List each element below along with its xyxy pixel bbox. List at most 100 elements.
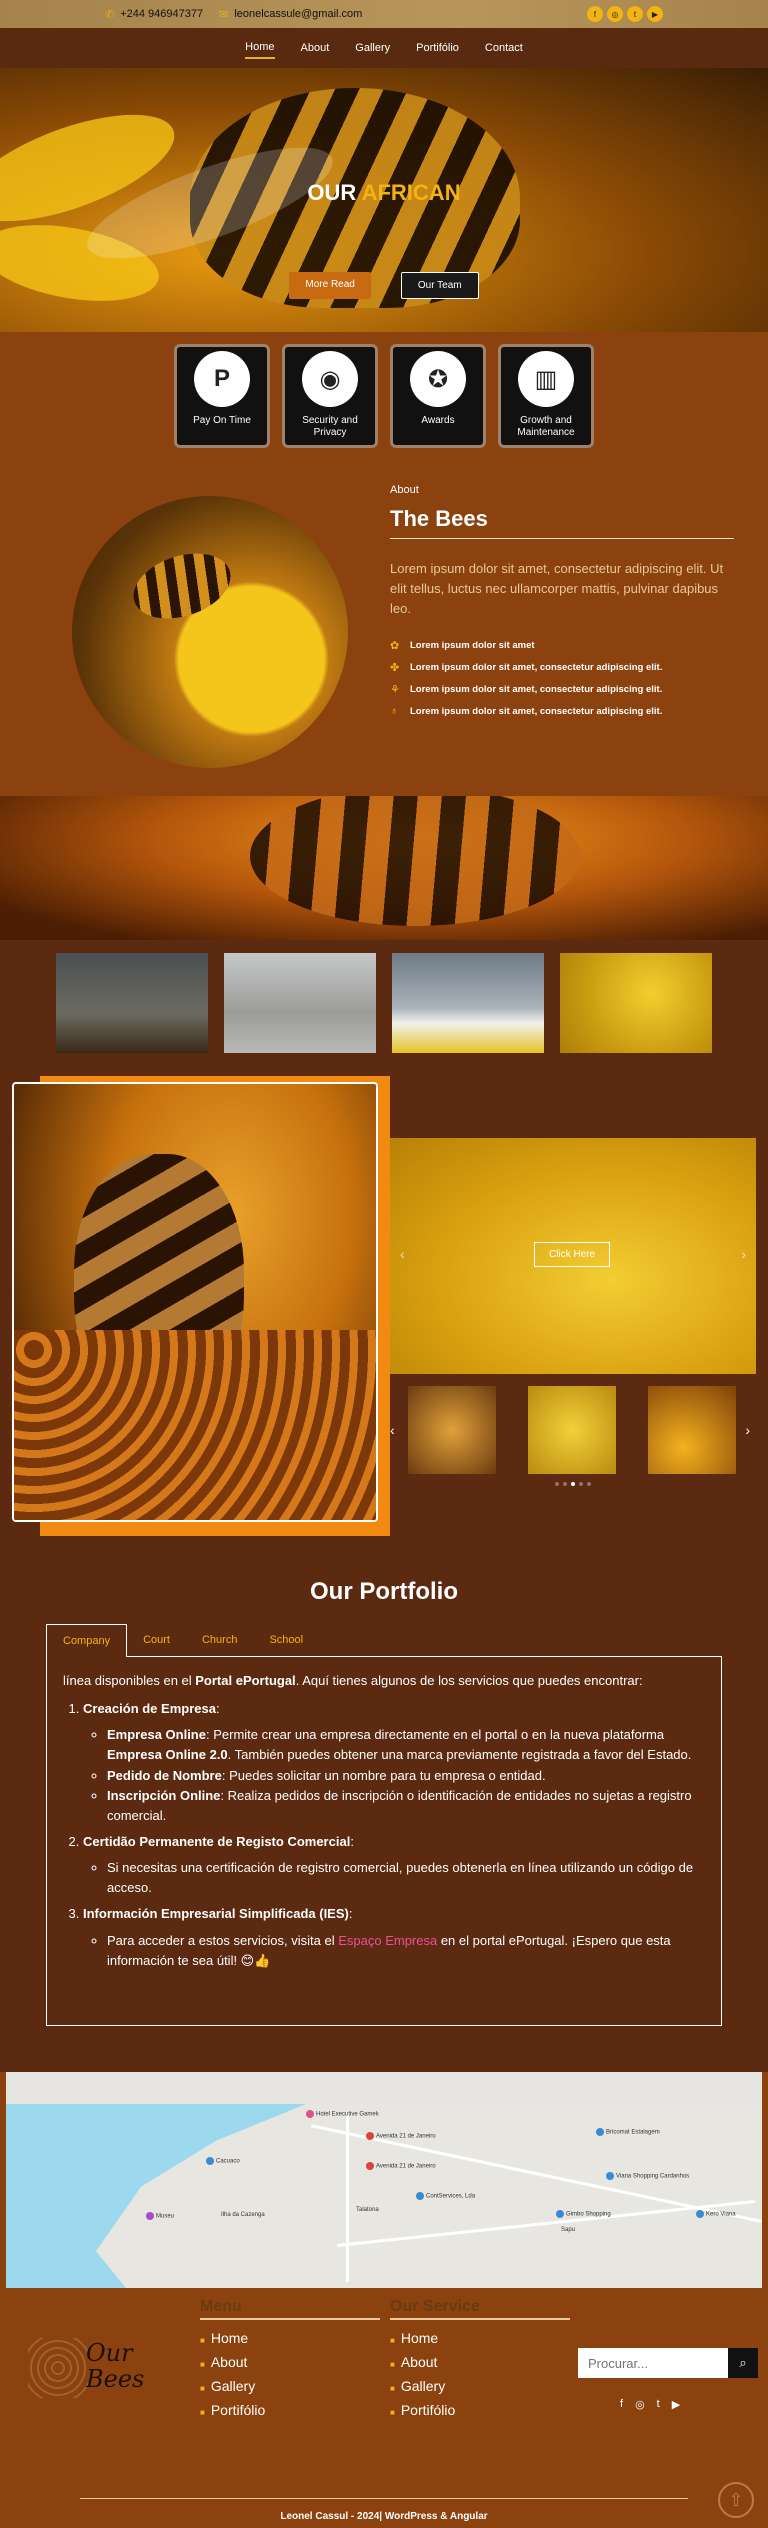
tab-school[interactable]: School [253,1624,319,1657]
hero-title: OUR AFRICAN [307,180,461,205]
more-read-button[interactable]: More Read [289,272,371,299]
thumbnail[interactable] [408,1386,496,1474]
about-section: About The Bees Lorem ipsum dolor sit ame… [0,456,768,796]
click-here-button[interactable]: Click Here [534,1242,611,1267]
nav-about[interactable]: About [301,38,330,58]
about-text: About The Bees Lorem ipsum dolor sit ame… [390,484,734,726]
map-label: Bricomat Estalagem [596,2128,660,2136]
mail-icon: ✉ [219,8,229,21]
facebook-icon[interactable]: f [587,6,603,22]
list-item: ⚘ Lorem ipsum dolor sit amet, consectetur… [390,684,663,697]
contact-info: ✆ +244 946947377 ✉ leonelcassule@gmail.com [105,8,362,21]
embedded-map[interactable]: Hotel Executive Gamek Avenida 21 de Jane… [6,2072,762,2288]
youtube-icon[interactable]: ▶ [647,6,663,22]
chart-icon: ▥ [518,351,574,407]
social-links: f ◎ t ▶ [587,6,663,22]
footer-link[interactable]: ■ Portifólio [390,2402,570,2418]
thumbnail[interactable] [648,1386,736,1474]
facebook-icon[interactable]: f [620,2398,623,2411]
footer-link[interactable]: ■ About [200,2354,380,2370]
hero-buttons: More Read Our Team [0,272,768,299]
map-label: Hotel Executive Gamek [306,2110,379,2118]
map-label: Avenida 21 de Janeiro [366,2132,436,2140]
about-kicker: About [390,484,419,496]
footer-search: ⌕ [578,2348,758,2378]
our-team-button[interactable]: Our Team [400,272,479,299]
phone: ✆ +244 946947377 [105,8,204,21]
map-label: Viana Shopping Cardanhos [606,2172,689,2180]
paypal-icon: P [194,351,250,407]
tab-panel: línea disponibles en el Portal ePortugal… [46,1656,722,2026]
list-item: Creación de Empresa: Empresa Online: Per… [83,1699,705,1826]
twitter-icon[interactable]: t [657,2398,660,2411]
list-item: ♁ Lorem ipsum dolor sit amet, consectetur… [390,705,663,718]
honeycomb-bee-image [12,1082,378,1522]
search-icon[interactable]: ⌕ [728,2348,758,2378]
instagram-icon[interactable]: ◎ [635,2398,645,2411]
nav-portfolio[interactable]: Portifólio [416,38,459,58]
map-label: ContServices, Lda [416,2192,475,2200]
footer-link[interactable]: ■ Gallery [200,2378,380,2394]
flower-icon: ⚘ [390,684,400,697]
map-label: Gimbo Shopping [556,2210,611,2218]
portfolio-tabs: Company Court Church School [46,1624,722,1657]
tab-court[interactable]: Court [127,1624,186,1657]
search-input[interactable] [578,2348,728,2378]
nav-home[interactable]: Home [245,37,275,59]
main-slider: ‹ Click Here › [390,1138,756,1374]
award-icon: ✪ [410,351,466,407]
top-bar: ✆ +244 946947377 ✉ leonelcassule@gmail.com… [0,0,768,28]
espaco-empresa-link[interactable]: Espaço Empresa [338,1933,437,1948]
footer-menu: Menu ■ Home ■ About ■ Gallery ■ Portifólio [200,2298,380,2426]
map-label: Sapu [561,2227,576,2233]
portfolio-section: Our Portfolio Company Court Church Schoo… [0,1538,768,2072]
tab-church[interactable]: Church [186,1624,253,1657]
chevron-right-icon[interactable]: › [741,1246,746,1262]
map-label: Avenida 21 de Janeiro [366,2162,436,2170]
footer-link[interactable]: ■ Home [390,2330,570,2346]
thumbnail-slider: ‹ › [390,1386,756,1490]
list-item: ✤ Lorem ipsum dolor sit amet, consectetur… [390,662,663,675]
feature-card[interactable]: ✪ Awards [390,344,486,448]
hero-banner: OUR AFRICAN More Read Our Team [0,68,768,332]
gallery-image[interactable] [558,951,714,1055]
chevron-right-icon[interactable]: › [745,1422,750,1438]
map-label: Kero Viana [696,2210,736,2218]
nav-contact[interactable]: Contact [485,38,523,58]
main-nav: Home About Gallery Portifólio Contact [0,28,768,68]
footer-link[interactable]: ■ Gallery [390,2378,570,2394]
feature-card[interactable]: P Pay On Time [174,344,270,448]
chevron-left-icon[interactable]: ‹ [390,1422,395,1438]
feature-card[interactable]: ▥ Growth and Maintenance [498,344,594,448]
bee-banner-image [0,796,768,940]
twitter-icon[interactable]: t [627,6,643,22]
gallery-image[interactable] [222,951,378,1055]
list-item: Información Empresarial Simplificada (IE… [83,1904,705,1970]
feature-card[interactable]: ◉ Security and Privacy [282,344,378,448]
map-label: Museu [146,2212,174,2220]
thumbnail[interactable] [528,1386,616,1474]
eye-icon: ◉ [302,351,358,407]
list-item: Certidão Permanente de Registo Comercial… [83,1832,705,1898]
footer-link[interactable]: ■ About [390,2354,570,2370]
about-bee-image [72,496,348,768]
scroll-top-icon[interactable]: ⇧ [718,2482,754,2518]
honey-icon: ✤ [390,662,400,675]
portfolio-title: Our Portfolio [310,1578,458,1605]
tab-company[interactable]: Company [46,1624,128,1657]
footer-social: f ◎ t ▶ [620,2398,680,2411]
youtube-icon[interactable]: ▶ [672,2398,680,2411]
bee-icon: ✿ [390,640,400,653]
footer-link[interactable]: ■ Portifólio [200,2402,380,2418]
gallery-image[interactable] [54,951,210,1055]
our-bees-logo[interactable]: Our Bees [28,2328,158,2408]
email[interactable]: ✉ leonelcassule@gmail.com [219,8,362,21]
nav-gallery[interactable]: Gallery [355,38,390,58]
map-label: Talatona [356,2207,379,2213]
gallery-image[interactable] [390,951,546,1055]
instagram-icon[interactable]: ◎ [607,6,623,22]
chevron-left-icon[interactable]: ‹ [400,1246,405,1262]
copyright: Leonel Cassul - 2024| WordPress & Angula… [80,2498,688,2522]
map-water [6,2104,306,2288]
footer-link[interactable]: ■ Home [200,2330,380,2346]
